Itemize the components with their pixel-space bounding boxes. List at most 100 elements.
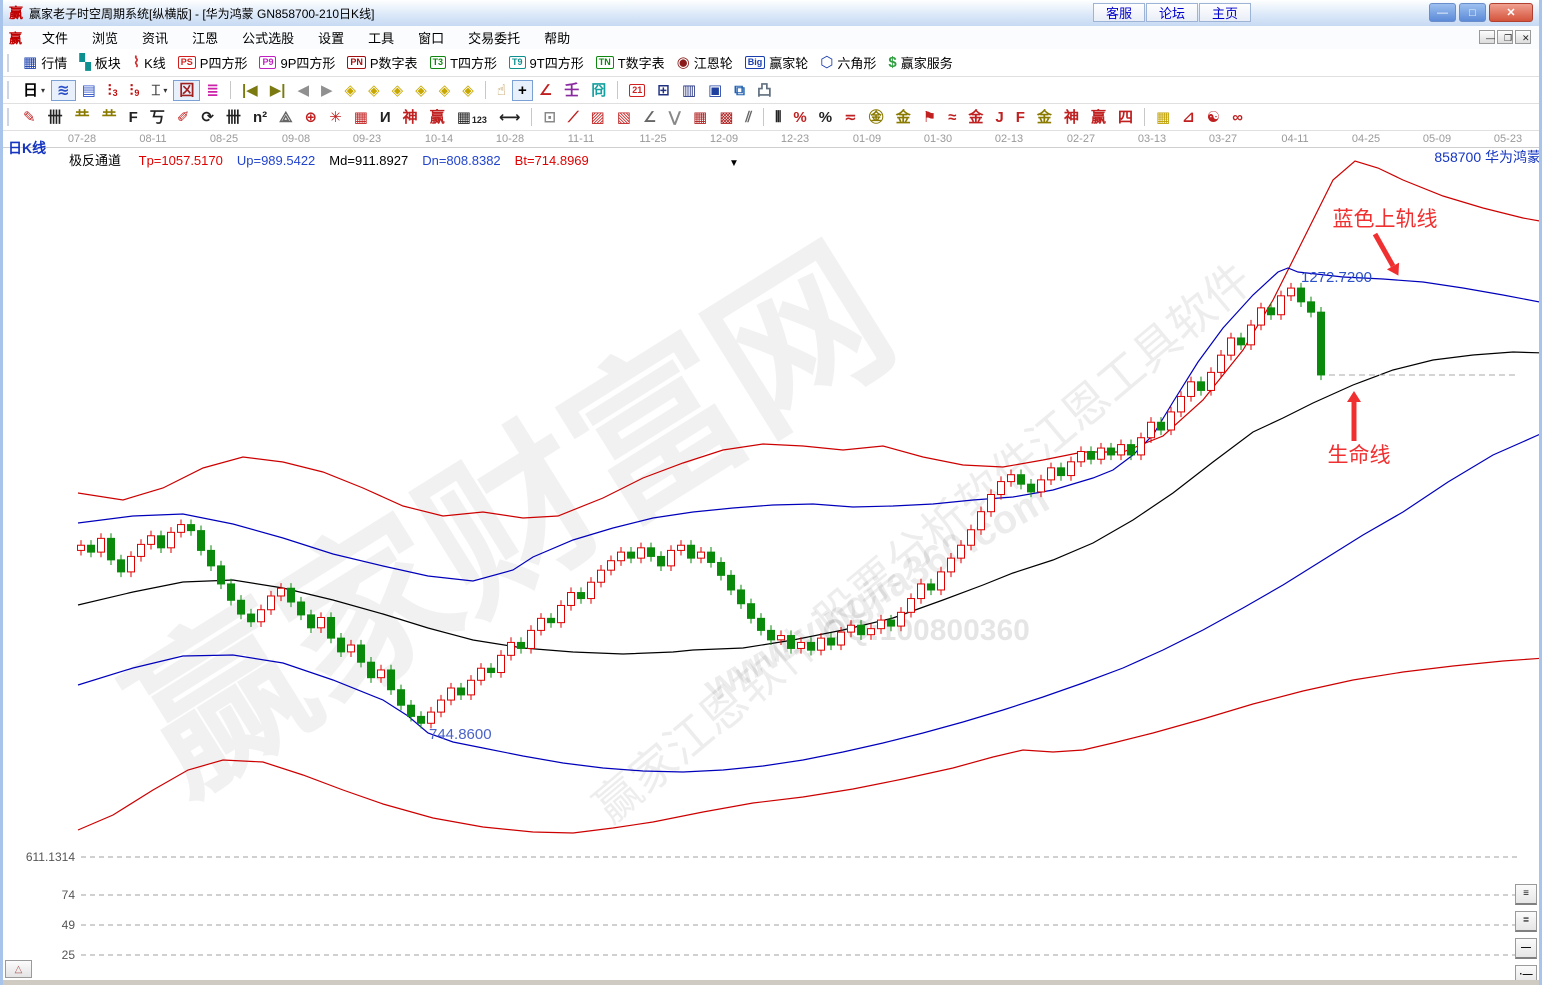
sectors-button[interactable]: ▚板块	[73, 50, 127, 75]
toolbar-handle[interactable]	[7, 81, 13, 99]
diamond-star-button[interactable]: ◈	[433, 80, 457, 101]
ying-tool-button[interactable]: 赢	[424, 107, 451, 128]
menu-item-7[interactable]: 窗口	[406, 26, 456, 49]
forum-button[interactable]: 论坛	[1146, 3, 1198, 22]
color-volume-button[interactable]: ≣	[200, 80, 225, 101]
shen-tool-button[interactable]: 神	[397, 107, 424, 128]
menu-item-1[interactable]: 浏览	[80, 26, 130, 49]
menu-item-4[interactable]: 公式选股	[230, 26, 306, 49]
fan-box-2-button[interactable]: ▧	[611, 107, 637, 128]
winner-service-button[interactable]: $赢家服务	[882, 50, 958, 75]
info-f10-button[interactable]: ▤	[76, 80, 102, 101]
gold-red-line-button[interactable]: 金	[962, 107, 989, 128]
go-first-button[interactable]: |◀	[236, 80, 264, 101]
menu-item-2[interactable]: 资讯	[130, 26, 180, 49]
p-square-button[interactable]: PSP四方形	[172, 50, 254, 75]
wave-mark-button[interactable]: И	[374, 107, 397, 128]
gold-section-circle-button[interactable]: ㊎	[863, 107, 890, 128]
star-rays-button[interactable]: ✳	[323, 107, 348, 128]
yellow-grid-button[interactable]: ▦	[1150, 107, 1176, 128]
comb-grid-button[interactable]: 卌	[42, 107, 69, 128]
trend-chart-button[interactable]: ≋	[51, 80, 76, 101]
pen-button[interactable]: ✎	[17, 107, 42, 128]
gold-section-line-button[interactable]: 金	[890, 107, 917, 128]
shen-angle-line-button[interactable]: 神	[1058, 107, 1085, 128]
angle-ruler-button[interactable]: ∠	[533, 80, 558, 101]
bars-9-button[interactable]: ⫶9	[124, 80, 146, 101]
gann-wheel-button[interactable]: ◉江恩轮	[671, 50, 739, 75]
n-square-button[interactable]: n²	[247, 107, 273, 128]
menu-item-9[interactable]: 帮助	[532, 26, 582, 49]
menu-item-5[interactable]: 设置	[306, 26, 356, 49]
gold-angle-line-button[interactable]: 金	[1031, 107, 1058, 128]
brush-button[interactable]: ✐	[171, 107, 196, 128]
fan-box-button[interactable]: ▨	[585, 107, 611, 128]
percent-button[interactable]: %	[813, 107, 838, 128]
quotes-button[interactable]: ▦行情	[17, 50, 73, 75]
gold-gate-2-button[interactable]: 龷	[96, 107, 123, 128]
toolbar-handle[interactable]	[7, 108, 13, 126]
box-select-button[interactable]: ⊡	[537, 107, 562, 128]
diamond-right-button[interactable]: ◈	[362, 80, 386, 101]
cycle-circle-button[interactable]: ⟳	[195, 107, 220, 128]
candle-type-button[interactable]: ⌶▾	[145, 80, 173, 101]
chart-area[interactable]: 赢家财富网赢家江恩软件 股票分析软件江恩工具软件www.yingjia360.c…	[3, 131, 1542, 985]
gold-gate-1-button[interactable]: 龷	[69, 107, 96, 128]
winner-wheel-button[interactable]: Big赢家轮	[739, 50, 815, 75]
close-button[interactable]: ✕	[1489, 3, 1533, 22]
purple-tool-button[interactable]: 壬	[558, 80, 585, 101]
j-angle-line-button[interactable]: J	[989, 107, 1009, 128]
pan-hand-button[interactable]: ☝	[491, 80, 512, 101]
kline-button[interactable]: ⌇K线	[127, 50, 172, 75]
price-grid-button[interactable]: ▦	[687, 107, 713, 128]
printer-button[interactable]: 凸	[751, 80, 778, 101]
step-forward-button[interactable]: ▶	[315, 80, 339, 101]
zigzag-button[interactable]: ⋁	[662, 107, 687, 128]
smart-brain-button[interactable]: 冏	[585, 80, 612, 101]
hexagon-button[interactable]: ⬡六角形	[814, 50, 882, 75]
customer-service-button[interactable]: 客服	[1093, 3, 1145, 22]
child-minimize-button[interactable]: —	[1479, 30, 1495, 44]
go-last-button[interactable]: ▶|	[264, 80, 292, 101]
comb-grid-2-button[interactable]: 卌	[220, 107, 247, 128]
diamond-left-button[interactable]: ◈	[339, 80, 363, 101]
child-close-button[interactable]: ✕	[1515, 30, 1531, 44]
9p-square-button[interactable]: P99P四方形	[253, 50, 341, 75]
infinity-tool-button[interactable]: ∞	[1226, 107, 1249, 128]
ray-grid-button[interactable]: ▦	[348, 107, 374, 128]
circle-cross-button[interactable]: ⊕	[299, 107, 324, 128]
pane-size-2-button[interactable]: =	[1515, 911, 1537, 932]
price-grid-2-button[interactable]: ▩	[713, 107, 739, 128]
scale-meter-button[interactable]: ⫴	[769, 107, 787, 128]
flag-note-button[interactable]: ⚑	[917, 107, 942, 128]
minimize-button[interactable]: —	[1429, 3, 1456, 22]
homepage-button[interactable]: 主页	[1199, 3, 1251, 22]
corner-expand-button[interactable]: △	[5, 960, 32, 978]
t-square-button[interactable]: T3T四方形	[424, 50, 503, 75]
menu-item-8[interactable]: 交易委托	[456, 26, 532, 49]
t-digit-table-button[interactable]: TNT数字表	[590, 50, 671, 75]
ying-angle-line-button[interactable]: 赢	[1085, 107, 1112, 128]
menu-item-3[interactable]: 江恩	[180, 26, 230, 49]
parallel-lines-button[interactable]: ⫽	[739, 107, 758, 128]
calendar-button[interactable]: 21	[623, 81, 651, 100]
pane-size-3-button[interactable]: ≡	[1515, 884, 1537, 905]
yinyang-button[interactable]: ☯	[1201, 107, 1226, 128]
diamond-all-button[interactable]: ◈	[456, 80, 480, 101]
toolbar-handle[interactable]	[7, 54, 13, 72]
k-draw-button[interactable]: ⊿	[1176, 107, 1201, 128]
step-back-button[interactable]: ◀	[291, 80, 315, 101]
percent-down-button[interactable]: %	[787, 107, 812, 128]
menu-item-6[interactable]: 工具	[356, 26, 406, 49]
count-grid-button[interactable]: ▦123	[451, 107, 493, 128]
bars-3-button[interactable]: ⫶3	[102, 80, 124, 101]
f-ruler-button[interactable]: F	[123, 107, 144, 128]
pattern-match-button[interactable]: 龱	[173, 80, 200, 101]
diamond-x-button[interactable]: ◈	[409, 80, 433, 101]
candlestick-chart[interactable]: 赢家财富网赢家江恩软件 股票分析软件江恩工具软件www.yingjia360.c…	[3, 131, 1542, 985]
span-arrows-button[interactable]: ⟷	[493, 107, 527, 128]
report-button[interactable]: ▥	[676, 80, 702, 101]
web-link-button[interactable]: ⧉	[728, 80, 751, 101]
gann-fan-button[interactable]: ⟋	[562, 107, 585, 128]
f-angle-line-button[interactable]: F	[1010, 107, 1031, 128]
